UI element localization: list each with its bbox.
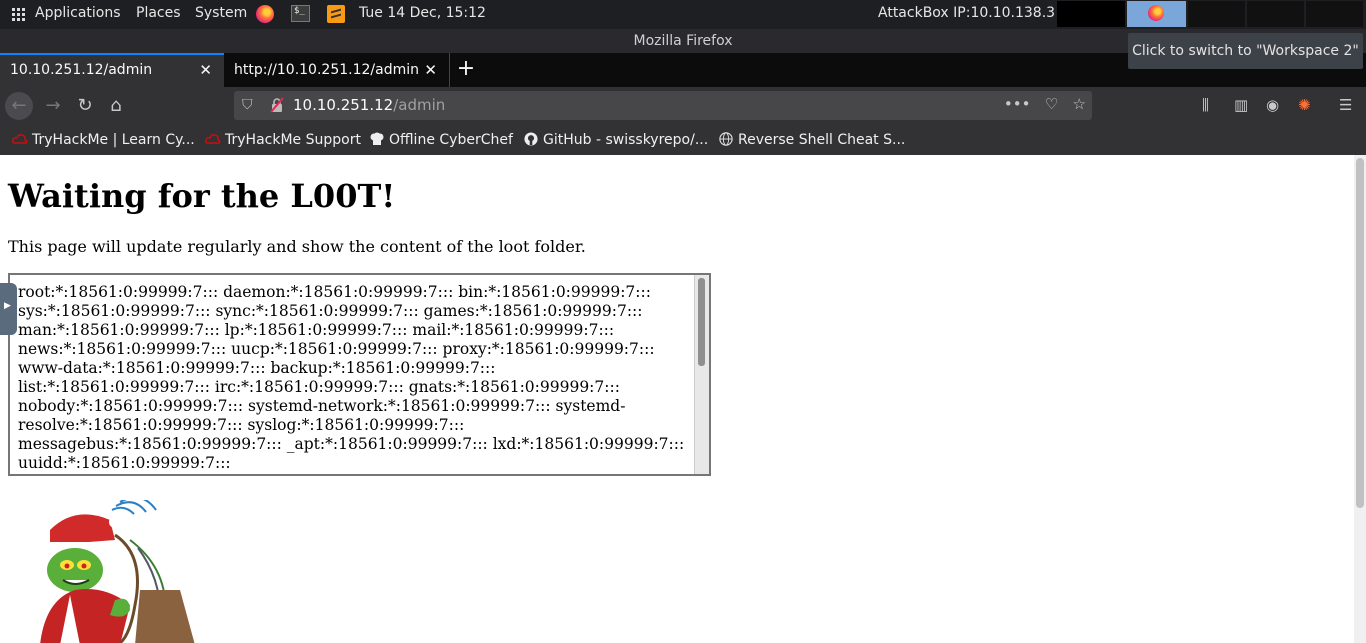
bookmark-label: Reverse Shell Cheat S... [738,132,906,148]
new-tab-button[interactable]: + [455,53,477,87]
window-title: Mozilla Firefox [633,33,733,49]
firefox-icon [1148,5,1164,21]
bookmark-cyberchef[interactable]: Offline CyberChef [369,132,513,148]
bookmark-tryhackme[interactable]: TryHackMe | Learn Cy... [12,132,195,148]
chef-hat-icon [370,132,384,145]
close-tab-icon[interactable]: ✕ [424,53,437,87]
bookmark-reverse-shell[interactable]: Reverse Shell Cheat S... [718,132,905,148]
loot-content: root:*:18561:0:99999:7::: daemon:*:18561… [18,283,685,472]
workspace-1[interactable] [1057,1,1125,27]
page-content: Waiting for the L00T! This page will upd… [0,155,1354,643]
page-heading: Waiting for the L00T! [8,177,396,215]
tryhackme-icon [12,134,28,144]
tryhackme-icon [205,134,221,144]
bookmark-label: TryHackMe Support [225,132,361,148]
terminal-launcher-icon[interactable]: $_ [291,5,310,22]
forward-button[interactable]: → [38,92,68,120]
workspace-4[interactable] [1247,1,1304,27]
nav-toolbar: ← → ↻ ⌂ ⛉ 10.10.251.12/admin ••• ♡ ☆ ⫼ ▥… [0,87,1366,125]
loot-scroll-thumb[interactable] [698,278,705,366]
reload-button[interactable]: ↻ [70,92,100,120]
insecure-lock-icon[interactable] [270,97,284,113]
bookmark-star-icon[interactable]: ☆ [1073,95,1086,113]
loot-textarea[interactable]: root:*:18561:0:99999:7::: daemon:*:18561… [8,273,711,476]
library-icon[interactable]: ⫼ [1202,96,1209,114]
system-menu[interactable]: System [195,5,247,21]
sidebar-icon[interactable]: ▥ [1234,96,1248,114]
workspace-5[interactable] [1306,1,1363,27]
menu-hamburger-icon[interactable]: ☰ [1339,96,1352,114]
bookmark-tryhackme-support[interactable]: TryHackMe Support [205,132,361,148]
firefox-launcher-icon[interactable] [256,5,274,23]
apps-grid-icon[interactable] [12,8,25,21]
sublime-launcher-icon[interactable] [327,5,345,23]
workspace-3[interactable] [1188,1,1245,27]
workspace-2[interactable] [1127,1,1186,27]
url-path: /admin [393,96,446,114]
url-bar[interactable]: ⛉ 10.10.251.12/admin ••• ♡ ☆ [234,91,1092,120]
clock: Tue 14 Dec, 15:12 [359,5,486,21]
attackbox-ip: AttackBox IP:10.10.138.3 [878,5,1056,21]
places-menu[interactable]: Places [136,5,181,21]
workspace-tooltip: Click to switch to "Workspace 2" [1128,33,1363,69]
bookmark-github[interactable]: GitHub - swisskyrepo/... [523,132,708,148]
bookmark-label: GitHub - swisskyrepo/... [543,132,709,148]
back-button[interactable]: ← [5,92,33,120]
account-icon[interactable]: ◉ [1266,96,1279,114]
tab-admin-http[interactable]: http://10.10.251.12/admin ✕ [224,53,450,87]
page-scroll-thumb[interactable] [1356,158,1364,508]
pocket-icon[interactable]: ♡ [1045,95,1058,113]
grinch-santa-image [40,500,195,643]
close-tab-icon[interactable]: ✕ [199,55,212,85]
page-actions-icon[interactable]: ••• [1004,95,1031,113]
url-text[interactable]: 10.10.251.12/admin [293,96,445,114]
bookmarks-toolbar: TryHackMe | Learn Cy... TryHackMe Suppor… [0,125,1366,155]
page-description: This page will update regularly and show… [8,237,586,256]
extension-icon[interactable]: ✺ [1298,96,1311,114]
tracking-shield-icon[interactable]: ⛉ [242,97,253,113]
side-panel-toggle[interactable] [0,283,17,335]
applications-menu[interactable]: Applications [35,5,121,21]
github-icon [524,132,538,146]
url-actions: ••• ♡ ☆ [1004,95,1086,113]
page-scrollbar[interactable] [1354,155,1366,643]
bookmark-label: TryHackMe | Learn Cy... [32,132,195,148]
loot-scrollbar[interactable] [694,275,709,474]
tab-label: 10.10.251.12/admin [10,62,153,78]
home-button[interactable]: ⌂ [101,92,131,120]
url-host: 10.10.251.12 [293,96,394,114]
bookmark-label: Offline CyberChef [389,132,513,148]
globe-icon [719,132,733,146]
top-panel: Applications Places System $_ Tue 14 Dec… [0,0,1366,29]
tab-admin-active[interactable]: 10.10.251.12/admin ✕ [0,53,224,87]
tab-label: http://10.10.251.12/admin [234,62,419,78]
